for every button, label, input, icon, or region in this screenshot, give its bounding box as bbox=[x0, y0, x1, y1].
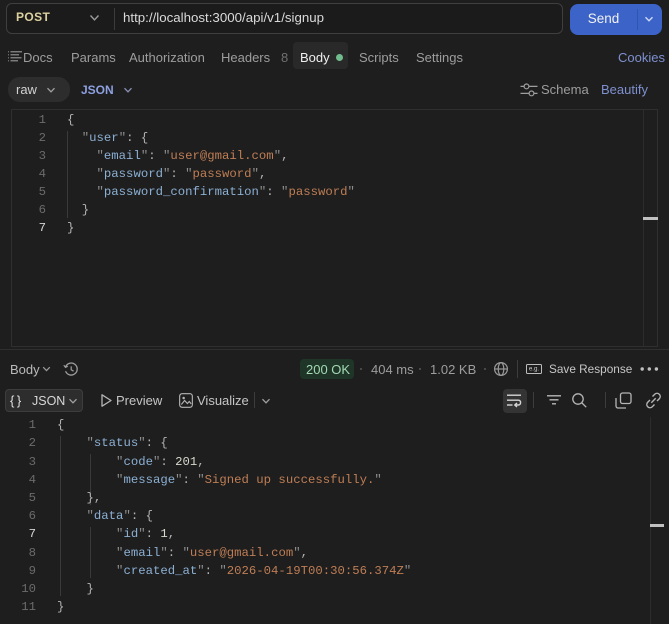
svg-text:e.g.: e.g. bbox=[529, 366, 540, 373]
